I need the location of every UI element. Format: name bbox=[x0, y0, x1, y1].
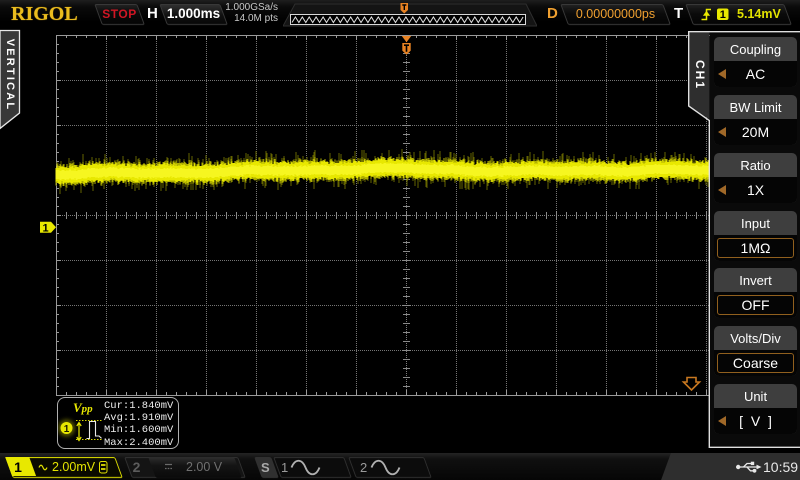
svg-text:1: 1 bbox=[64, 424, 70, 435]
svg-text:1: 1 bbox=[720, 9, 726, 21]
svg-text:1: 1 bbox=[42, 223, 48, 235]
